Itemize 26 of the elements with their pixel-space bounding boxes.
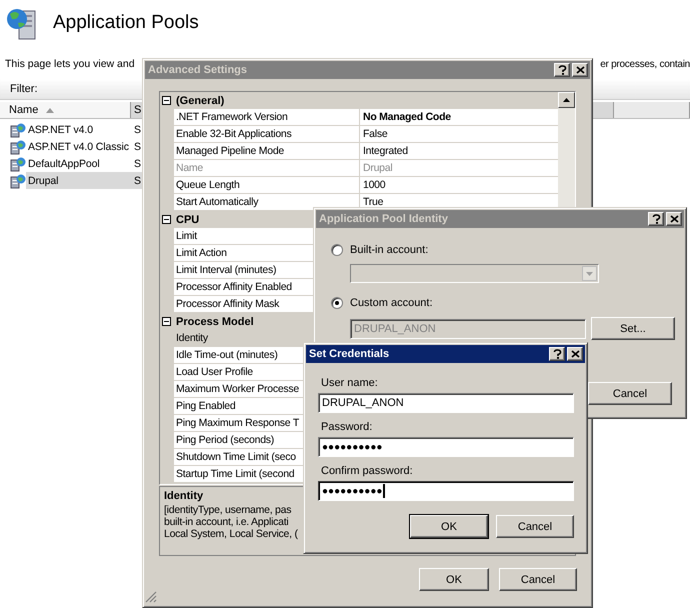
status-cell: S: [134, 140, 141, 152]
property-value: False: [363, 128, 388, 140]
status-cell: S: [134, 158, 141, 170]
column-label: S: [134, 104, 142, 116]
window-title: Application Pool Identity: [319, 213, 449, 225]
description-text: er processes, contain: [600, 58, 690, 70]
property-value: 1000: [363, 179, 386, 191]
filter-label: Filter:: [10, 83, 38, 95]
category-name: (General): [176, 94, 224, 106]
property-value: Drupal: [363, 162, 392, 174]
pool-name: Drupal: [28, 174, 58, 186]
status-cell: S: [134, 174, 141, 186]
description-text: Local System, Local Service, (: [164, 528, 298, 540]
page-title: Application Pools: [53, 12, 199, 34]
property-value: No Managed Code: [363, 111, 451, 123]
status-cell: S: [134, 124, 141, 136]
category-name: CPU: [176, 214, 200, 226]
property-value: Integrated: [363, 145, 408, 157]
window-title: Advanced Settings: [148, 64, 248, 76]
description-text: built-in account, i.e. Applicati: [164, 516, 288, 528]
description-text: [identityType, username, pas: [164, 504, 292, 516]
category-name: Process Model: [176, 316, 254, 328]
property-value: True: [363, 196, 384, 208]
column-label: Name: [9, 104, 38, 116]
description-title: Identity: [164, 490, 204, 502]
description-text: This page lets you view and: [5, 58, 135, 70]
